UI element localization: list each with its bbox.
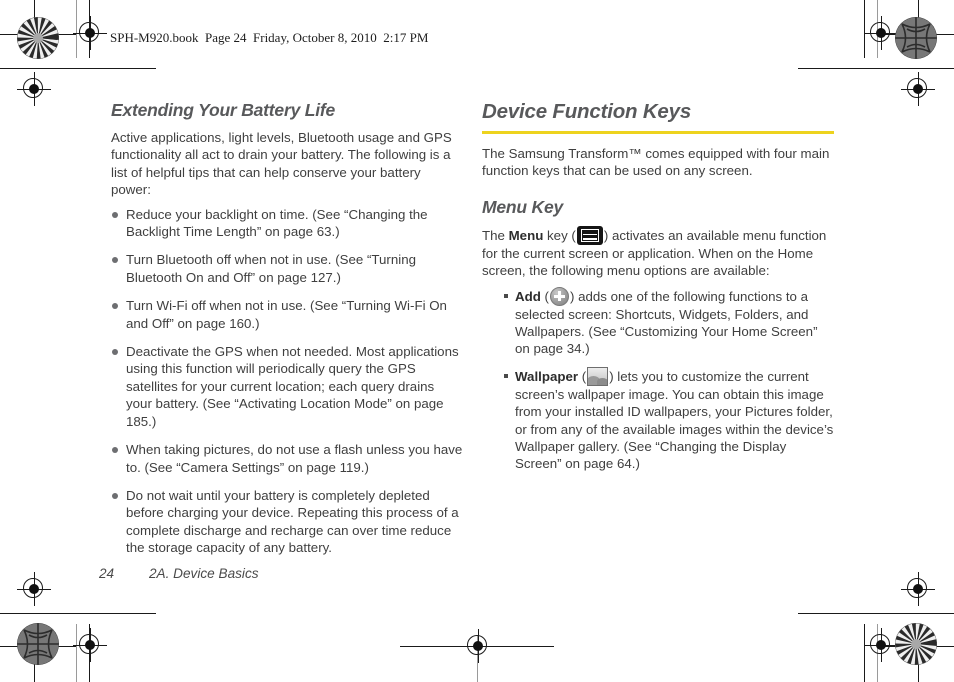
right-column: Device Function Keys The Samsung Transfo…: [482, 100, 834, 482]
book-file-header: SPH-M920.book Page 24 Friday, October 8,…: [110, 30, 429, 45]
registration-crosshair-center: [461, 629, 495, 663]
option-text-wallpaper: ) lets you to customize the current scre…: [515, 368, 834, 472]
registration-crosshair: [17, 572, 51, 606]
list-item-text: Deactivate the GPS when not needed. Most…: [126, 344, 459, 429]
trim-line: [0, 68, 156, 70]
trim-line: [0, 613, 156, 615]
footer-page-number: 24: [99, 566, 115, 581]
list-item-text: When taking pictures, do not use a flash…: [126, 442, 463, 475]
add-icon: [549, 286, 569, 306]
registration-crosshair: [17, 72, 51, 106]
page-title-battery: Extending Your Battery Life: [111, 100, 336, 120]
trim-line: [798, 613, 954, 615]
list-item: Turn Bluetooth off when not in use. (See…: [111, 251, 463, 286]
list-item-text: Do not wait until your battery is comple…: [126, 487, 459, 556]
menu-key-bold-label: Menu: [508, 227, 544, 243]
bullet-square-icon: [504, 373, 508, 378]
registration-crosshair: [73, 628, 107, 662]
wallpaper-icon: [587, 366, 609, 386]
list-item-text: Turn Bluetooth off when not in use. (See…: [126, 252, 416, 285]
list-item-wallpaper-option: Wallpaper () lets you to customize the c…: [504, 366, 834, 473]
battery-tips-list: Reduce your backlight on time. (See “Cha…: [111, 206, 463, 557]
trim-line: [798, 68, 954, 70]
list-item-add-option: Add () adds one of the following functio…: [504, 286, 834, 358]
list-item: When taking pictures, do not use a flash…: [111, 441, 463, 476]
bullet-dot-icon: [112, 492, 118, 499]
menu-key-text-before: The: [482, 227, 509, 243]
starburst-target: [17, 623, 59, 665]
option-label-add: Add: [515, 288, 541, 304]
starburst-target: [895, 623, 937, 665]
registration-crosshair: [864, 628, 898, 662]
bullet-square-icon: [504, 293, 508, 298]
page-footer: 24 2A. Device Basics: [99, 566, 259, 581]
section-title-device-function-keys: Device Function Keys: [482, 100, 692, 123]
list-item: Do not wait until your battery is comple…: [111, 487, 463, 557]
subsection-title-menu-key: Menu Key: [482, 196, 564, 217]
registration-crosshair: [901, 72, 935, 106]
list-item-text: Reduce your backlight on time. (See “Cha…: [126, 206, 428, 240]
footer-chapter: 2A. Device Basics: [149, 566, 259, 581]
registration-crosshair: [864, 16, 898, 50]
registration-crosshair: [901, 572, 935, 606]
registration-crosshair: [73, 16, 107, 50]
menu-key-icon: [576, 225, 603, 245]
list-item-text: Turn Wi-Fi off when not in use. (See “Tu…: [126, 298, 447, 331]
menu-key-text-after-bold: key (: [543, 227, 576, 243]
list-item: Reduce your backlight on time. (See “Cha…: [111, 206, 463, 241]
left-column: Extending Your Battery Life Active appli…: [111, 100, 463, 568]
bullet-dot-icon: [112, 447, 118, 454]
bullet-dot-icon: [112, 349, 118, 356]
battery-intro-paragraph: Active applications, light levels, Bluet…: [111, 130, 452, 198]
starburst-target: [17, 17, 59, 59]
open-paren: (: [540, 288, 549, 304]
bullet-dot-icon: [112, 257, 118, 264]
list-item: Turn Wi-Fi off when not in use. (See “Tu…: [111, 297, 463, 332]
menu-key-paragraph: The Menu key () activates an available m…: [482, 225, 834, 280]
bullet-dot-icon: [112, 303, 118, 310]
section-rule: [482, 131, 834, 134]
menu-options-list: Add () adds one of the following functio…: [482, 286, 834, 473]
option-label-wallpaper: Wallpaper: [515, 368, 579, 384]
list-item: Deactivate the GPS when not needed. Most…: [111, 343, 463, 430]
open-paren: (: [578, 368, 587, 384]
starburst-target: [895, 17, 937, 59]
device-keys-intro-paragraph: The Samsung Transform™ comes equipped wi…: [482, 146, 830, 179]
bullet-dot-icon: [112, 211, 118, 218]
